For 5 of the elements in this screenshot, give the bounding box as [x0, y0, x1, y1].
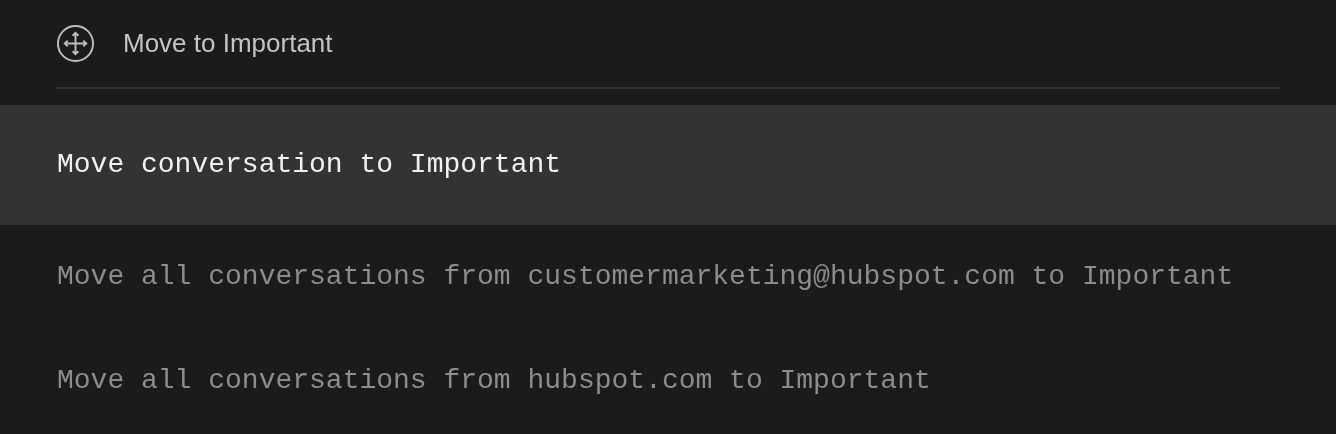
move-icon	[56, 24, 95, 63]
option-item[interactable]: Move conversation to Important	[0, 105, 1336, 225]
option-item[interactable]: Move all conversations from hubspot.com to Important	[0, 329, 1336, 433]
option-item[interactable]: Move all conversations from customermarketing@hubspot.com to Important	[0, 225, 1336, 329]
dialog-title: Move to Important	[123, 27, 333, 60]
